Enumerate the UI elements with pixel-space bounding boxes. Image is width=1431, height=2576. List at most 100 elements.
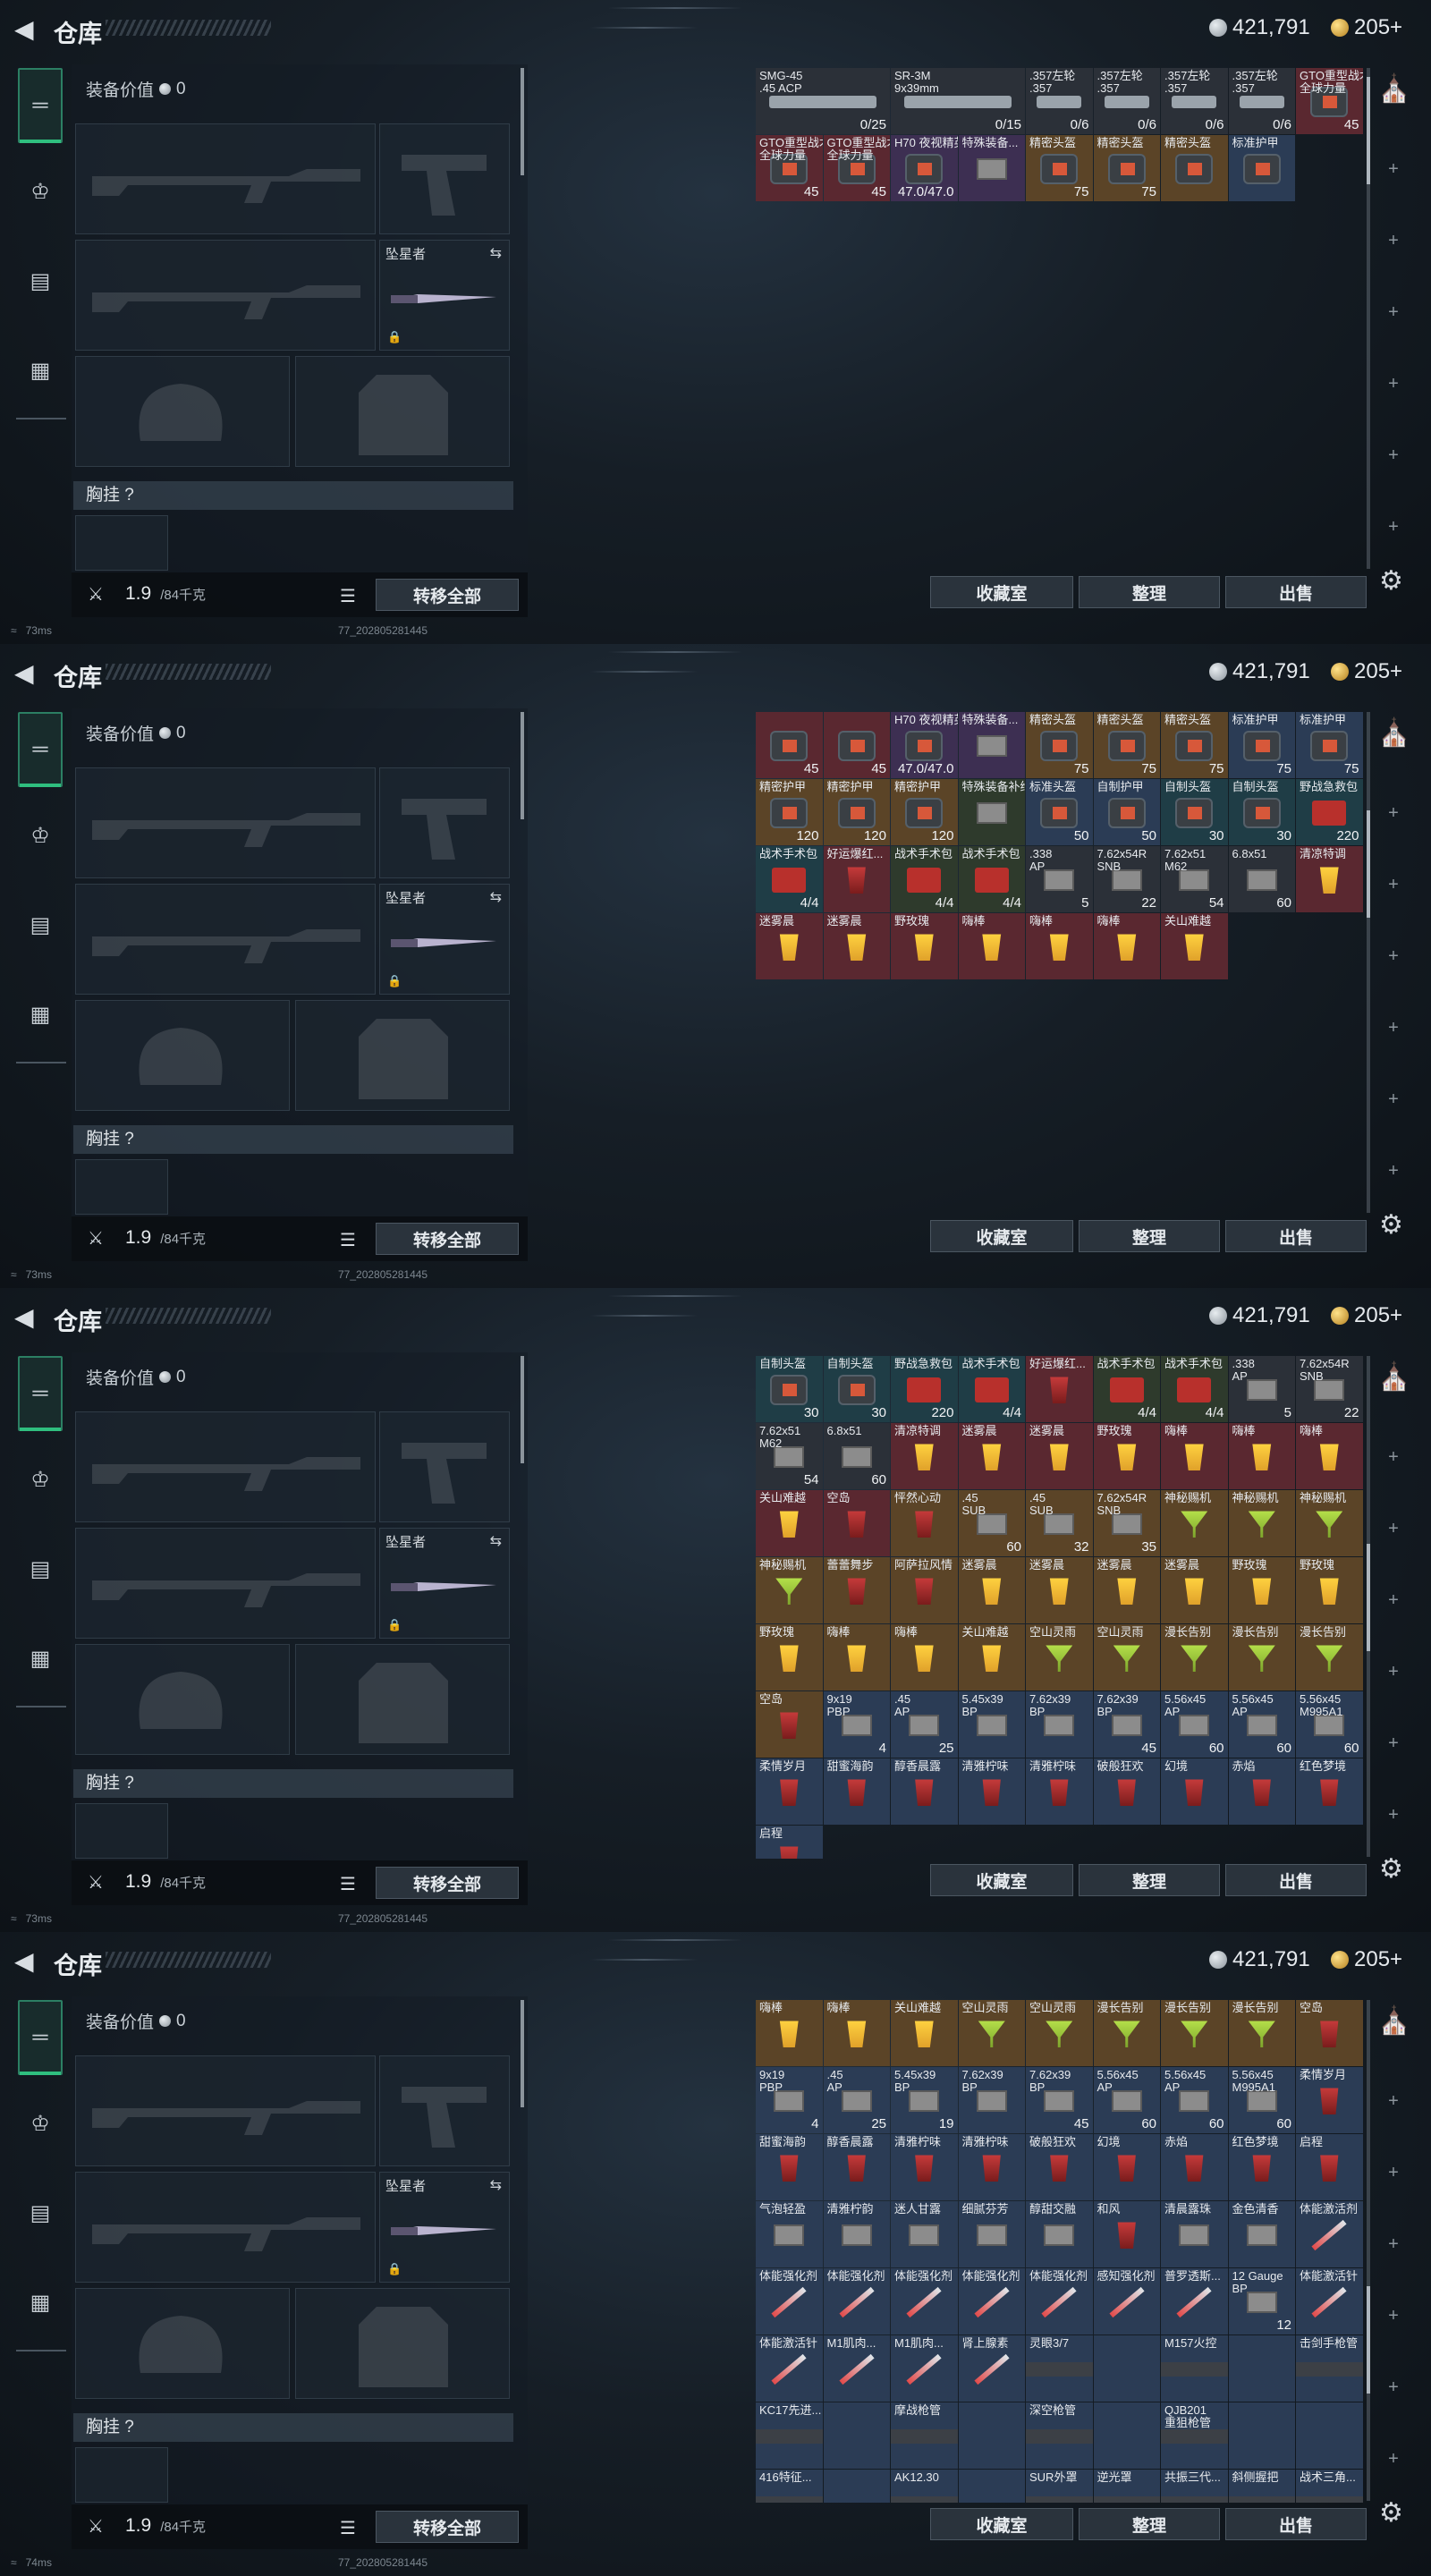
storage-item[interactable]: 蕾蕾舞步 — [823, 1557, 890, 1623]
secondary-weapon-slot[interactable] — [75, 1528, 376, 1639]
storage-item[interactable]: 红色梦境 — [1296, 1758, 1363, 1825]
storage-item[interactable]: 野战急救包 220 — [891, 1356, 958, 1422]
melee-slot[interactable]: 坠星者 ⇆ 🔒 — [379, 1528, 510, 1639]
storage-scrollbar[interactable] — [1367, 2000, 1370, 2501]
storage-item[interactable]: 好运爆红... — [1026, 1356, 1093, 1422]
storage-item[interactable]: M157火控 — [1161, 2335, 1228, 2402]
swap-icon[interactable]: ⇆ — [490, 244, 502, 262]
add-storage-icon[interactable]: + — [1384, 2163, 1402, 2183]
storage-item[interactable]: SR-3M 9x39mm 0/15 — [891, 68, 1025, 134]
storage-item[interactable]: 怦然心动 — [891, 1490, 958, 1556]
storage-item[interactable]: 7.62x54R SNB 35 — [1093, 1490, 1160, 1556]
collection-button[interactable]: 收藏室 — [930, 1864, 1073, 1896]
add-storage-icon[interactable]: + — [1384, 1519, 1402, 1539]
loadout-scrollbar[interactable] — [521, 712, 524, 819]
loadout-scrollbar[interactable] — [521, 68, 524, 175]
home-storage-icon[interactable]: ⛪ — [1377, 72, 1411, 107]
back-arrow-icon[interactable]: ◀ — [14, 1948, 41, 1975]
storage-item[interactable]: 气泡轻盈 — [756, 2201, 823, 2267]
storage-item[interactable]: 清雅柠味 — [958, 1758, 1025, 1825]
storage-item[interactable]: 迷雾晨 — [958, 1557, 1025, 1623]
pistol-slot[interactable] — [379, 1411, 510, 1522]
loadout-scrollbar[interactable] — [521, 1356, 524, 1463]
swap-icon[interactable]: ⇆ — [490, 1532, 502, 1550]
storage-item[interactable]: .357左轮 .357 0/6 — [1228, 68, 1295, 134]
gold-currency[interactable]: 205+ — [1331, 1947, 1402, 1972]
storage-item[interactable]: AK12.30 — [891, 2470, 958, 2503]
armor-tab-icon[interactable]: ♔ — [18, 1442, 63, 1517]
storage-item[interactable]: 清凉特调 — [891, 1423, 958, 1489]
storage-item[interactable]: 战术手术包 4/4 — [756, 846, 823, 912]
collection-button[interactable]: 收藏室 — [930, 2508, 1073, 2540]
list-icon[interactable]: ☰ — [340, 2517, 356, 2539]
storage-item[interactable]: 体能强化剂 — [823, 2268, 890, 2334]
storage-item[interactable]: 嗨棒 — [958, 913, 1025, 979]
storage-item[interactable]: 7.62x54R SNB 22 — [1093, 846, 1160, 912]
storage-item[interactable]: 7.62x39 BP — [958, 2067, 1025, 2133]
add-storage-icon[interactable]: + — [1384, 1447, 1402, 1468]
storage-item[interactable]: 自制护甲 50 — [1093, 779, 1160, 845]
storage-item[interactable]: 9x19 PBP 4 — [756, 2067, 823, 2133]
storage-item[interactable]: .45 AP 25 — [891, 1691, 958, 1758]
secondary-weapon-slot[interactable] — [75, 240, 376, 351]
storage-item[interactable]: 关山难越 — [891, 2000, 958, 2066]
storage-item[interactable]: 嗨棒 — [891, 1624, 958, 1690]
gold-currency[interactable]: 205+ — [1331, 1303, 1402, 1328]
storage-item[interactable]: 空岛 — [823, 1490, 890, 1556]
storage-item[interactable]: 12 Gauge BP 12 — [1228, 2268, 1295, 2334]
storage-item[interactable]: 空山灵雨 — [958, 2000, 1025, 2066]
storage-item[interactable]: 空岛 — [1296, 2000, 1363, 2066]
storage-item[interactable]: 5.45x39 BP — [958, 1691, 1025, 1758]
storage-item[interactable]: .357左轮 .357 0/6 — [1026, 68, 1093, 134]
storage-item[interactable]: 清晨露珠 — [1161, 2201, 1228, 2267]
storage-item[interactable]: 5.56x45 M995A1 60 — [1296, 1691, 1363, 1758]
clipboard-tab-icon[interactable]: ▤ — [18, 887, 63, 962]
helmet-slot[interactable] — [75, 1644, 290, 1755]
storage-item[interactable]: 肾上腺素 — [958, 2335, 1025, 2402]
melee-slot[interactable]: 坠星者 ⇆ 🔒 — [379, 2172, 510, 2283]
storage-item[interactable]: 神秘赐机 — [1296, 1490, 1363, 1556]
chest-rig-slot[interactable] — [75, 1159, 168, 1215]
storage-item[interactable]: 斜侧握把 — [1228, 2470, 1295, 2503]
storage-item[interactable] — [1093, 2335, 1160, 2402]
storage-scrollbar[interactable] — [1367, 1356, 1370, 1857]
briefcase-tab-icon[interactable]: ▦ — [18, 333, 63, 408]
helmet-slot[interactable] — [75, 1000, 290, 1111]
home-storage-icon[interactable]: ⛪ — [1377, 2004, 1411, 2039]
storage-scroll-thumb[interactable] — [1367, 810, 1370, 918]
add-storage-icon[interactable]: + — [1384, 374, 1402, 394]
add-storage-icon[interactable]: + — [1384, 803, 1402, 824]
add-storage-icon[interactable]: + — [1384, 1662, 1402, 1682]
storage-item[interactable]: 45 — [823, 712, 890, 778]
add-storage-icon[interactable]: + — [1384, 2091, 1402, 2112]
storage-item[interactable]: 漫长告别 — [1161, 1624, 1228, 1690]
storage-item[interactable]: 醇香晨露 — [823, 2134, 890, 2200]
armor-slot[interactable] — [295, 356, 510, 467]
storage-item[interactable]: GTO重型战术包 全球力量 45 — [1296, 68, 1363, 134]
gun-tab-icon[interactable]: ═ — [18, 2000, 63, 2075]
storage-item[interactable]: 破般狂欢 — [1093, 1758, 1160, 1825]
storage-item[interactable]: 7.62x51 M62 54 — [1161, 846, 1228, 912]
storage-item[interactable] — [823, 2402, 890, 2469]
storage-item[interactable]: 416特征... — [756, 2470, 823, 2503]
list-icon[interactable]: ☰ — [340, 1229, 356, 1251]
storage-item[interactable]: .357左轮 .357 0/6 — [1161, 68, 1228, 134]
storage-item[interactable]: 45 — [756, 712, 823, 778]
storage-item[interactable]: SUR外罩 — [1026, 2470, 1093, 2503]
storage-item[interactable]: 清雅柠味 — [1026, 1758, 1093, 1825]
storage-item[interactable]: 5.45x39 BP 19 — [891, 2067, 958, 2133]
storage-item[interactable]: 漫长告别 — [1296, 1624, 1363, 1690]
storage-item[interactable]: 和风 — [1093, 2201, 1160, 2267]
storage-item[interactable]: .338 AP 5 — [1228, 1356, 1295, 1422]
storage-item[interactable]: .338 AP 5 — [1026, 846, 1093, 912]
settings-gear-icon[interactable]: ⚙ — [1379, 1209, 1403, 1241]
storage-item[interactable]: 嗨棒 — [1026, 913, 1093, 979]
chest-rig-slot[interactable] — [75, 2447, 168, 2503]
storage-scroll-thumb[interactable] — [1367, 2286, 1370, 2394]
helmet-slot[interactable] — [75, 2288, 290, 2399]
storage-item[interactable]: 关山难越 — [756, 1490, 823, 1556]
storage-item[interactable]: 逆光罩 — [1093, 2470, 1160, 2503]
chest-rig-help[interactable]: ? — [124, 1774, 134, 1792]
storage-item[interactable]: 醇香晨露 — [891, 1758, 958, 1825]
storage-item[interactable]: 战术手术包 4/4 — [958, 846, 1025, 912]
